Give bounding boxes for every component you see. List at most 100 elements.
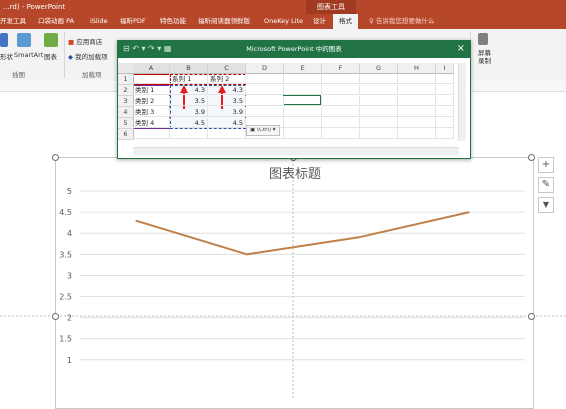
sheet-cell[interactable]: 类别 3 [133, 107, 170, 117]
chart-button[interactable]: 图表 [44, 51, 57, 61]
tab-islide[interactable]: iSlide [90, 14, 108, 29]
sheet-cell-empty[interactable] [360, 96, 398, 106]
sheet-cell-empty[interactable] [246, 96, 284, 106]
sheet-cell[interactable]: 4.5 [170, 118, 208, 128]
row-header-4[interactable]: 4 [118, 107, 134, 118]
title-bar: ...rd) - PowerPoint 图表工具 [0, 0, 566, 14]
shapes-icon[interactable] [0, 33, 8, 47]
row-header-3[interactable]: 3 [118, 96, 134, 107]
column-header-e[interactable]: E [284, 63, 322, 74]
sheet-cell[interactable]: 4.5 [208, 118, 246, 128]
resize-handle[interactable] [52, 154, 59, 161]
sheet-cell-empty[interactable] [436, 74, 454, 84]
sheet-cell-empty[interactable] [246, 85, 284, 95]
sheet-cell-empty[interactable] [322, 107, 360, 117]
tab-special-features[interactable]: 特色功能 [160, 14, 186, 29]
sheet-cell-empty[interactable] [360, 74, 398, 84]
sheet-cell-empty[interactable] [436, 118, 454, 128]
sheet-cell-empty[interactable] [170, 129, 208, 139]
tell-me-search[interactable]: ♀ 告诉我您想要做什么 [369, 14, 434, 29]
sheet-cell-empty[interactable] [322, 129, 360, 139]
sheet-cell-empty[interactable] [398, 118, 436, 128]
sheet-cell-empty[interactable] [284, 118, 322, 128]
column-header-d[interactable]: D [246, 63, 284, 74]
tab-foxit-reader[interactable]: 福昕阅读器领鲜版 [198, 14, 250, 29]
screen-record-button[interactable]: 屏幕录制 [478, 49, 492, 65]
sheet-cell-empty[interactable] [246, 74, 284, 84]
sheet-cell-empty[interactable] [398, 74, 436, 84]
sheet-cell[interactable]: 4.3 [208, 85, 246, 95]
chart-data-sheet-window[interactable]: ⊟ ↶ ▾ ↷ ▾ ▦ Microsoft PowerPoint 中的图表 × … [117, 40, 471, 159]
sheet-cell-empty[interactable] [360, 85, 398, 95]
sheet-cell-empty[interactable] [246, 129, 284, 139]
column-header-a[interactable]: A [133, 63, 170, 74]
column-header-c[interactable]: C [208, 63, 246, 74]
my-addins-button[interactable]: ◆ 我的加载项 [68, 51, 108, 61]
sheet-cell[interactable]: 3.9 [208, 107, 246, 117]
sheet-cell-empty[interactable] [436, 85, 454, 95]
sheet-cell-empty[interactable] [398, 85, 436, 95]
sheet-cell-empty[interactable] [322, 74, 360, 84]
sheet-cell-empty[interactable] [284, 85, 322, 95]
shapes-button[interactable]: 形状 [0, 51, 13, 61]
sheet-cell-empty[interactable] [322, 118, 360, 128]
sheet-cell-empty[interactable] [436, 107, 454, 117]
tab-pocket-animation[interactable]: 口袋动画 PA [38, 14, 74, 29]
sheet-cell[interactable]: 3.5 [208, 96, 246, 106]
sheet-cell-empty[interactable] [360, 118, 398, 128]
column-header-g[interactable]: G [360, 63, 398, 74]
sheet-cell-empty[interactable] [436, 96, 454, 106]
sheet-cell[interactable]: 类别 4 [133, 118, 170, 128]
sheet-cell[interactable]: 4.3 [170, 85, 208, 95]
sheet-cell[interactable]: 3.5 [170, 96, 208, 106]
close-icon[interactable]: × [457, 43, 465, 55]
row-header-1[interactable]: 1 [118, 74, 134, 85]
sheet-cell-empty[interactable] [322, 85, 360, 95]
row-header-2[interactable]: 2 [118, 85, 134, 96]
smartart-icon[interactable] [17, 33, 31, 47]
tab-design[interactable]: 设计 [313, 14, 326, 29]
tab-developer[interactable]: 开发工具 [0, 14, 26, 29]
sheet-cell-empty[interactable] [398, 129, 436, 139]
tab-format[interactable]: 格式 [333, 14, 358, 29]
sheet-cell-empty[interactable] [360, 107, 398, 117]
sheet-cell-empty[interactable] [284, 107, 322, 117]
sheet-cell[interactable]: 3.9 [170, 107, 208, 117]
column-header-b[interactable]: B [170, 63, 208, 74]
sheet-cell[interactable]: 类别 1 [133, 85, 170, 95]
sheet-cell-empty[interactable] [246, 118, 284, 128]
sheet-cell-empty[interactable] [398, 96, 436, 106]
sheet-cell-empty[interactable] [360, 129, 398, 139]
chart-filters-button[interactable]: ▼ [538, 197, 554, 213]
sheet-cell[interactable]: 系列 1 [170, 74, 208, 84]
sheet-cell-empty[interactable] [208, 129, 246, 139]
screen-record-icon[interactable] [478, 33, 488, 45]
row-header-5[interactable]: 5 [118, 118, 134, 129]
column-header-h[interactable]: H [398, 63, 436, 74]
column-header-i[interactable]: I [436, 63, 454, 74]
sheet-cell-empty[interactable] [322, 96, 360, 106]
sheet-cell-empty[interactable] [284, 96, 322, 106]
sheet-cell-empty[interactable] [284, 74, 322, 84]
column-header-f[interactable]: F [322, 63, 360, 74]
resize-handle[interactable] [528, 154, 535, 161]
sheet-cell-empty[interactable] [436, 129, 454, 139]
row-header-6[interactable]: 6 [118, 129, 134, 140]
tab-foxit-pdf[interactable]: 福昕PDF [120, 14, 146, 29]
sheet-cell-empty[interactable] [246, 107, 284, 117]
chart-elements-button[interactable]: + [538, 157, 554, 173]
horizontal-scrollbar[interactable] [133, 147, 459, 155]
chart-styles-button[interactable]: ✎ [538, 177, 554, 193]
smartart-button[interactable]: SmartArt [14, 51, 43, 59]
tab-onekey-lite[interactable]: OneKey Lite [264, 14, 303, 29]
sheet-cell-empty[interactable] [398, 107, 436, 117]
sheet-cell[interactable]: 系列 2 [208, 74, 246, 84]
select-all-corner[interactable] [118, 63, 134, 74]
chart-icon[interactable] [44, 33, 58, 47]
sheet-cell[interactable]: 类别 2 [133, 96, 170, 106]
sheet-cell-empty[interactable] [133, 129, 170, 139]
vertical-scrollbar[interactable] [458, 63, 466, 141]
app-store-button[interactable]: ■ 应用商店 [68, 36, 102, 46]
sheet-cell[interactable] [133, 74, 170, 84]
sheet-cell-empty[interactable] [284, 129, 322, 139]
